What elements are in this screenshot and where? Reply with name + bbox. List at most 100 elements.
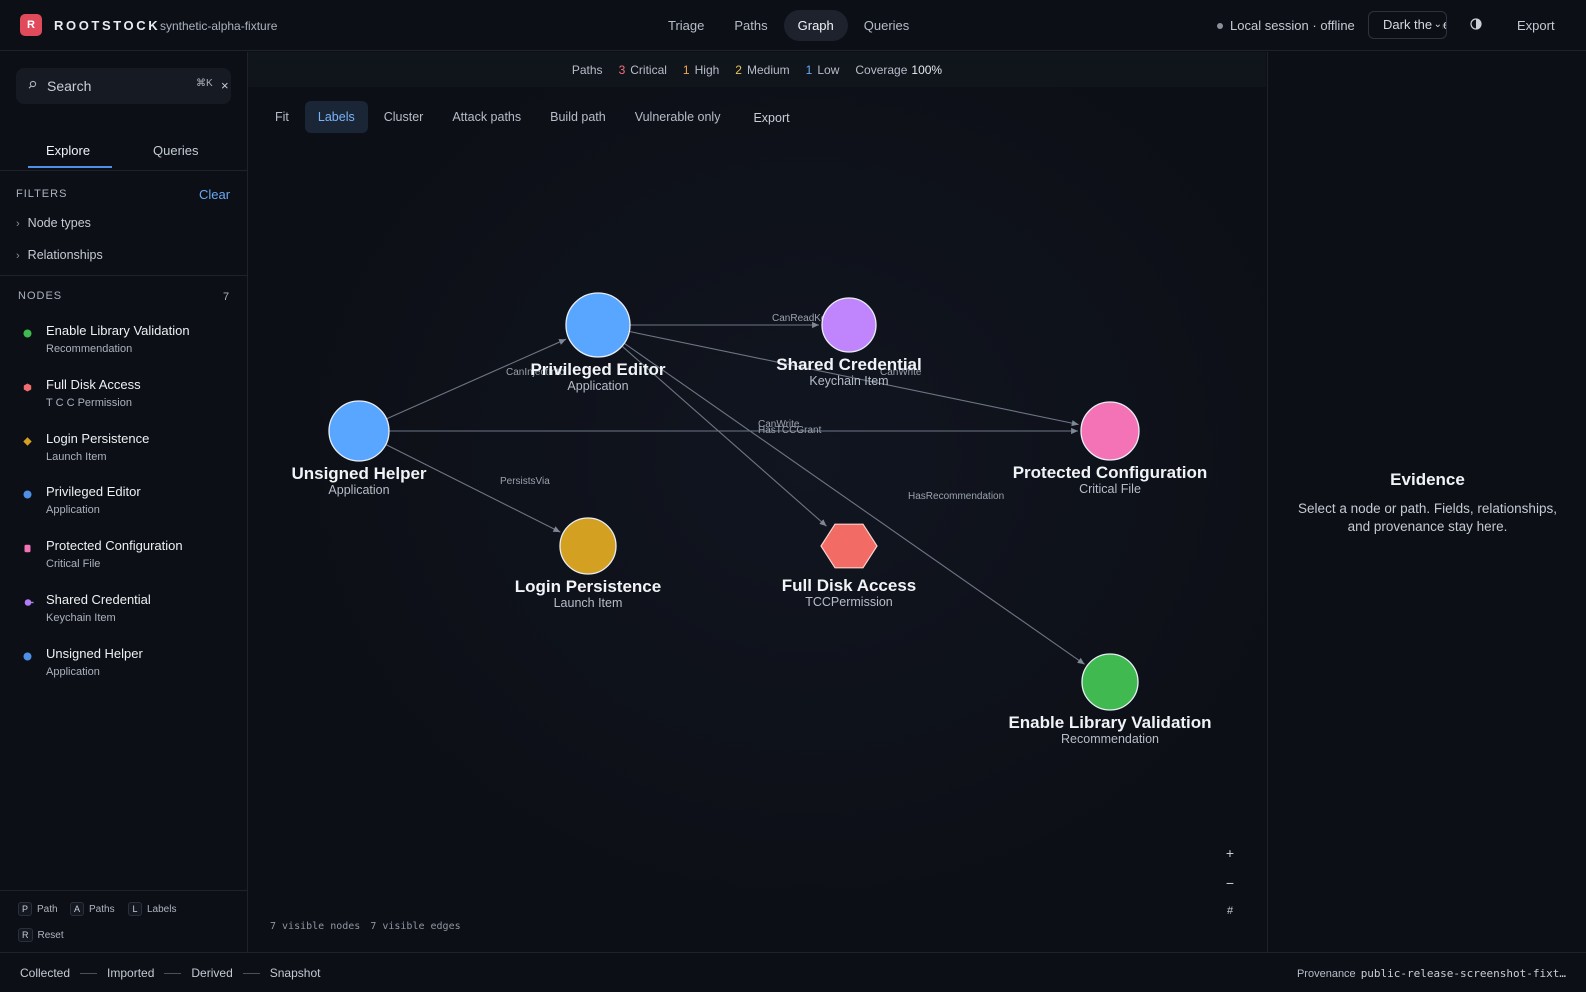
edge-label: CanWrite (758, 419, 800, 430)
node-shape (1081, 653, 1139, 711)
medium-count[interactable]: 2 Medium (735, 63, 789, 77)
node-list-item[interactable]: Privileged Editor Application (16, 483, 231, 533)
node-sublabel: TCCPermission (805, 595, 893, 609)
search-shortcut: ⌘K (196, 78, 213, 89)
zoom-in-button[interactable]: + (1222, 845, 1238, 861)
filter-relationships[interactable]: › Relationships (16, 248, 103, 262)
contrast-icon (1470, 18, 1482, 30)
clear-filters-button[interactable]: Clear (199, 187, 230, 202)
shortcut-labels[interactable]: L Labels (128, 902, 176, 916)
clear-search-icon[interactable]: × (221, 78, 229, 93)
visible-nodes-count: 7 visible nodes (270, 921, 361, 932)
node-sublabel: Recommendation (1061, 732, 1159, 746)
graph-node[interactable]: Unsigned HelperApplication (291, 400, 427, 497)
main-nav: Triage Paths Graph Queries (654, 10, 923, 41)
high-count[interactable]: 1 High (683, 63, 719, 77)
legend-derived: Derived (191, 966, 233, 980)
evidence-placeholder: Select a node or path. Fields, relations… (1298, 501, 1557, 534)
graph-node[interactable]: Full Disk AccessTCCPermission (782, 523, 917, 609)
paths-label: Paths (571, 62, 603, 77)
node-type: Launch Item (46, 451, 107, 463)
coverage-label: Coverage (855, 62, 908, 77)
tab-queries[interactable]: Queries (850, 10, 924, 41)
chevron-down-icon: ⌄ (1431, 12, 1442, 38)
node-list-item[interactable]: Full Disk Access T C C Permission (16, 376, 231, 426)
tab-triage[interactable]: Triage (654, 10, 718, 41)
tab-paths[interactable]: Paths (720, 10, 781, 41)
attack-paths-button[interactable]: Attack paths (439, 101, 534, 133)
contrast-toggle-button[interactable] (1468, 16, 1484, 32)
graph-export-button[interactable]: Export (740, 101, 802, 133)
graph-node[interactable]: Protected ConfigurationCritical File (1013, 401, 1208, 496)
node-label: Unsigned Helper (291, 464, 426, 483)
legend-imported: Imported (107, 966, 155, 980)
graph-node[interactable]: Privileged EditorApplication (530, 292, 666, 393)
node-shape (821, 297, 877, 353)
severity-summary: Paths 3 Critical 1 High 2 Medium 1 Low Cover… (248, 52, 1266, 87)
critical-number: 3 (618, 62, 626, 77)
high-number: 1 (682, 62, 690, 77)
nodes-label: NODES (18, 290, 63, 302)
critical-label: Critical (630, 62, 667, 77)
grid-toggle-button[interactable]: # (1222, 905, 1238, 917)
status-bar: Collected Imported Derived Snapshot Prov… (0, 952, 1586, 992)
recommendation-icon (23, 329, 32, 338)
search-input[interactable]: Search ⌘K × (16, 68, 231, 104)
node-sublabel: Application (567, 379, 628, 393)
node-shape (559, 517, 617, 575)
shortcut-label: Path (37, 904, 58, 915)
legend-separator (242, 972, 260, 974)
node-type: Critical File (46, 558, 101, 570)
node-list-item[interactable]: Enable Library Validation Recommendation (16, 322, 231, 372)
divider (0, 170, 247, 171)
filter-node-types[interactable]: › Node types (16, 216, 91, 230)
cluster-button[interactable]: Cluster (371, 101, 437, 133)
node-list-item[interactable]: Login Persistence Launch Item (16, 430, 231, 480)
node-label: Protected Configuration (1013, 463, 1208, 482)
tab-sidebar-queries[interactable]: Queries (153, 143, 199, 158)
shortcut-reset[interactable]: R Reset (18, 928, 64, 942)
build-path-button[interactable]: Build path (537, 101, 619, 133)
launch-item-icon (23, 437, 32, 446)
graph-node[interactable]: Login PersistenceLaunch Item (515, 517, 661, 610)
edge-label: HasRecommendation (908, 491, 1004, 502)
provenance-label: Provenance (1296, 968, 1356, 980)
legend-snapshot: Snapshot (269, 966, 321, 980)
chevron-right-icon: › (16, 250, 20, 262)
fit-button[interactable]: Fit (262, 101, 302, 133)
filters-label: FILTERS (16, 188, 68, 200)
shortcut-key: P (18, 902, 33, 916)
edge-label: PersistsVia (500, 476, 550, 487)
shortcut-paths[interactable]: A Paths (70, 902, 115, 916)
shortcut-label: Paths (89, 904, 115, 915)
graph-svg[interactable]: CanInjectIntoHasTCCGrantPersistsViaCanRe… (248, 52, 1266, 952)
critical-count[interactable]: 3 Critical (619, 63, 667, 77)
graph-edge (623, 342, 1085, 665)
theme-select[interactable]: Dark theme ⌄ (1368, 11, 1447, 39)
tab-graph[interactable]: Graph (783, 10, 848, 41)
provenance-value: public-release-screenshot-fixt… (1360, 967, 1566, 980)
sidebar: Search ⌘K × Explore Queries FILTERS Clea… (0, 52, 248, 952)
tab-explore[interactable]: Explore (46, 143, 90, 158)
keyboard-shortcuts: P Path A Paths L Labels R Reset (0, 890, 247, 952)
graph-edge (385, 443, 561, 533)
graph-canvas[interactable]: CanInjectInto HasTCCGrant PersistsVia CanRe… (248, 52, 1266, 952)
export-button[interactable]: Export (1517, 18, 1555, 33)
coverage-value: 100% (911, 62, 943, 77)
graph-node[interactable]: Enable Library ValidationRecommendation (1008, 653, 1212, 746)
node-name: Shared Credential (46, 592, 151, 607)
vulnerable-only-button[interactable]: Vulnerable only (622, 101, 734, 133)
node-list-item[interactable]: Protected Configuration Critical File (16, 537, 231, 587)
medium-label: Medium (746, 62, 790, 77)
app-logo: R (20, 14, 42, 36)
labels-button[interactable]: Labels (304, 101, 368, 133)
shortcut-path[interactable]: P Path (18, 902, 58, 916)
node-shape (820, 523, 878, 569)
node-list-item[interactable]: Shared Credential Keychain Item (16, 591, 231, 641)
zoom-out-button[interactable]: − (1222, 875, 1238, 891)
node-list-item[interactable]: Unsigned Helper Application (16, 645, 231, 695)
canvas-status: 7 visible nodes 7 visible edges (270, 921, 471, 932)
active-tab-indicator (28, 166, 112, 168)
low-count[interactable]: 1 Low (806, 63, 840, 77)
legend-collected: Collected (20, 966, 71, 980)
